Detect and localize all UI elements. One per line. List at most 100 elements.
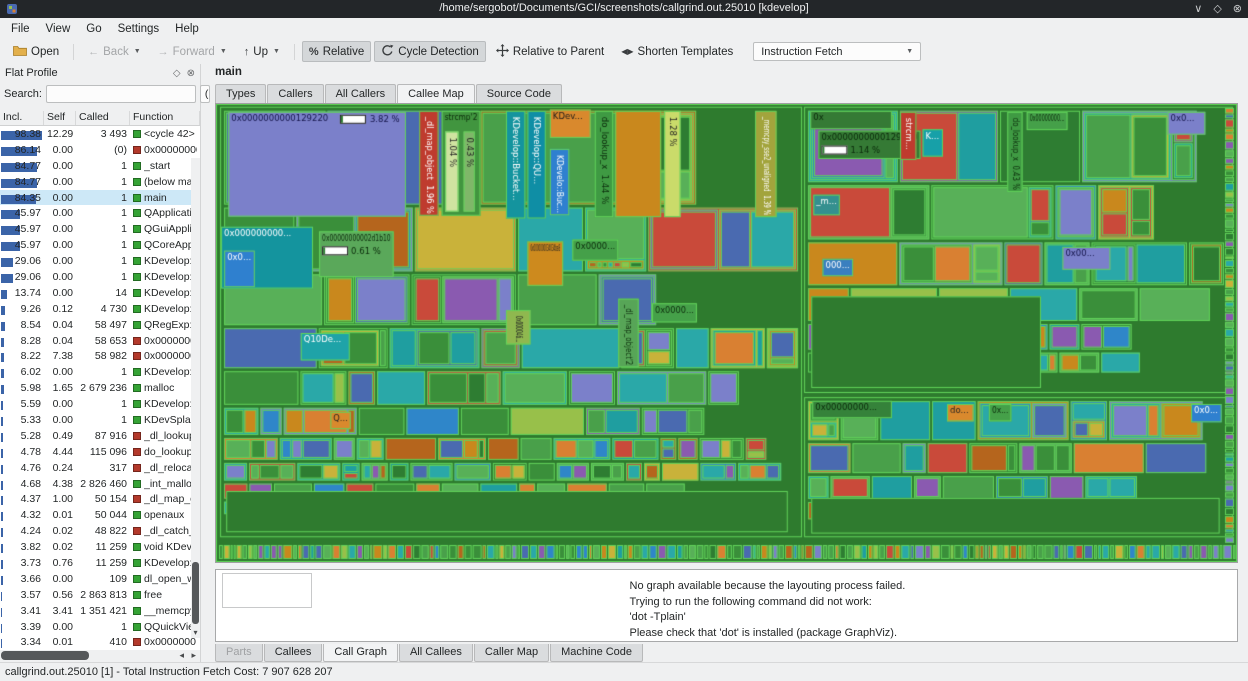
open-button-label: Open	[31, 46, 59, 58]
table-row[interactable]: 45.970.001QGuiApplic	[0, 221, 200, 237]
table-row[interactable]: 3.413.411 351 421__memcpy	[0, 603, 200, 619]
titlebar: /home/sergobot/Documents/GCI/screenshots…	[0, 0, 1248, 18]
table-row[interactable]: 45.970.001QCoreAppl	[0, 237, 200, 253]
scroll-down-icon[interactable]: ▾	[191, 628, 200, 637]
tab-callers[interactable]: Callers	[267, 84, 323, 103]
incl-cost-bar	[1, 433, 3, 442]
tab-caller-map[interactable]: Caller Map	[474, 644, 549, 662]
table-row[interactable]: 84.770.001(below mai	[0, 174, 200, 190]
table-row[interactable]: 45.970.001QApplicatio	[0, 205, 200, 221]
current-function-title: main	[215, 66, 242, 78]
menu-go[interactable]: Go	[78, 21, 109, 37]
table-row[interactable]: 5.280.4987 916_dl_lookup	[0, 428, 200, 444]
table-row[interactable]: 8.227.3858 9820x00000000	[0, 348, 200, 364]
incl-cost-bar	[1, 608, 2, 617]
function-type-icon	[133, 321, 141, 329]
table-row[interactable]: 6.020.001KDevelop::	[0, 364, 200, 380]
table-row[interactable]: 4.760.24317_dl_relocat	[0, 460, 200, 476]
search-input[interactable]	[46, 85, 196, 103]
table-row[interactable]: 9.260.124 730KDevelop::	[0, 301, 200, 317]
tab-machine-code[interactable]: Machine Code	[550, 644, 643, 662]
table-row[interactable]: 84.770.001_start	[0, 158, 200, 174]
back-button-label: Back	[103, 46, 129, 58]
table-row[interactable]: 4.320.0150 044openaux	[0, 507, 200, 523]
menu-help[interactable]: Help	[167, 21, 207, 37]
table-row[interactable]: 8.540.0458 497QRegExp::	[0, 317, 200, 333]
table-row[interactable]: 29.060.001KDevelop::	[0, 269, 200, 285]
table-row[interactable]: 3.820.0211 259void KDev	[0, 539, 200, 555]
toolbar-separator	[73, 44, 74, 60]
forward-button[interactable]: → Forward ▼	[151, 41, 234, 62]
function-type-icon	[133, 146, 141, 154]
vertical-scrollbar[interactable]: ▾	[191, 158, 200, 638]
cycle-detection-toggle[interactable]: Cycle Detection	[374, 41, 486, 62]
table-row[interactable]: 4.371.0050 154_dl_map_o	[0, 491, 200, 507]
table-row[interactable]: 5.981.652 679 236malloc	[0, 380, 200, 396]
scroll-left-icon[interactable]: ◂	[179, 650, 184, 661]
table-row[interactable]: 4.684.382 826 460_int_mallo	[0, 476, 200, 492]
cycle-icon	[381, 44, 394, 60]
shorten-templates-toggle[interactable]: ◀▶ Shorten Templates	[614, 41, 740, 62]
menu-view[interactable]: View	[38, 21, 79, 37]
relative-toggle[interactable]: % Relative	[302, 41, 371, 62]
table-row[interactable]: 8.280.0458 6530x00000000	[0, 333, 200, 349]
menu-settings[interactable]: Settings	[110, 21, 168, 37]
relative-to-parent-toggle[interactable]: Relative to Parent	[489, 41, 611, 62]
search-row: Search: (No Grouping) ▼	[0, 82, 200, 105]
up-button[interactable]: ↑ Up ▼	[237, 41, 287, 62]
tab-all-callees[interactable]: All Callees	[399, 644, 473, 662]
function-type-icon	[133, 575, 141, 583]
event-type-select[interactable]: Instruction Fetch ▼	[753, 42, 921, 61]
table-row[interactable]: 5.330.001KDevSplas	[0, 412, 200, 428]
column-header-called[interactable]: Called	[76, 111, 130, 125]
table-row[interactable]: 3.660.00109dl_open_w	[0, 571, 200, 587]
back-button[interactable]: ← Back ▼	[81, 41, 148, 62]
open-button[interactable]: Open	[6, 41, 66, 62]
tab-callees[interactable]: Callees	[264, 644, 323, 662]
tab-types[interactable]: Types	[215, 84, 266, 103]
scroll-right-icon[interactable]: ▸	[191, 650, 196, 661]
table-row[interactable]: 86.140.00(0)0x00000000	[0, 142, 200, 158]
maximize-button[interactable]: ◇	[1213, 2, 1221, 16]
table-row[interactable]: 3.570.562 863 813free	[0, 587, 200, 603]
table-row[interactable]: 3.390.001QQuickVie	[0, 619, 200, 635]
column-header-self[interactable]: Self	[44, 111, 76, 125]
incl-cost-bar	[1, 290, 7, 299]
table-row[interactable]: 3.730.7611 259KDevelop::	[0, 555, 200, 571]
graph-overview-box[interactable]	[222, 573, 312, 608]
table-row[interactable]: 84.350.001main	[0, 190, 200, 206]
dock-close-button[interactable]: ⊗	[187, 68, 195, 79]
tab-parts[interactable]: Parts	[215, 644, 263, 662]
dock-float-button[interactable]: ◇	[173, 68, 181, 79]
graph-error-line: No graph available because the layouting…	[630, 579, 906, 595]
incl-cost-bar	[1, 512, 3, 521]
column-header-incl[interactable]: Incl.	[0, 111, 44, 125]
function-type-icon	[133, 225, 141, 233]
tab-callee-map[interactable]: Callee Map	[397, 84, 475, 103]
top-tabbar: Types Callers All Callers Callee Map Sou…	[215, 83, 563, 103]
table-row[interactable]: 5.590.001KDevelop::	[0, 396, 200, 412]
table-row[interactable]: 98.3812.293 493<cycle 42>	[0, 126, 200, 142]
incl-cost-bar	[1, 353, 4, 362]
horizontal-scrollbar-handle[interactable]	[1, 651, 89, 660]
tab-call-graph[interactable]: Call Graph	[323, 644, 398, 662]
menu-file[interactable]: File	[3, 21, 38, 37]
minimize-button[interactable]: ∨	[1194, 2, 1202, 16]
table-row[interactable]: 4.784.44115 096do_lookup	[0, 444, 200, 460]
column-header-function[interactable]: Function	[130, 111, 200, 125]
table-row[interactable]: 3.340.014100x0000000	[0, 635, 200, 651]
incl-cost-bar	[1, 338, 4, 347]
tab-source-code[interactable]: Source Code	[476, 84, 562, 103]
table-row[interactable]: 13.740.0014KDevelop::	[0, 285, 200, 301]
tab-all-callers[interactable]: All Callers	[325, 84, 397, 103]
window-title: /home/sergobot/Documents/GCI/screenshots…	[0, 2, 1248, 14]
table-row[interactable]: 4.240.0248 822_dl_catch_	[0, 523, 200, 539]
table-row[interactable]: 29.060.001KDevelop::	[0, 253, 200, 269]
callee-map-canvas[interactable]	[216, 104, 1237, 562]
function-type-icon	[133, 638, 141, 646]
horizontal-scrollbar[interactable]: ◂ ▸	[0, 650, 200, 662]
close-button[interactable]: ⊗	[1233, 2, 1242, 16]
status-text: callgrind.out.25010 [1] - Total Instruct…	[5, 666, 333, 678]
function-type-icon	[133, 368, 141, 376]
vertical-scrollbar-handle[interactable]	[192, 562, 199, 624]
